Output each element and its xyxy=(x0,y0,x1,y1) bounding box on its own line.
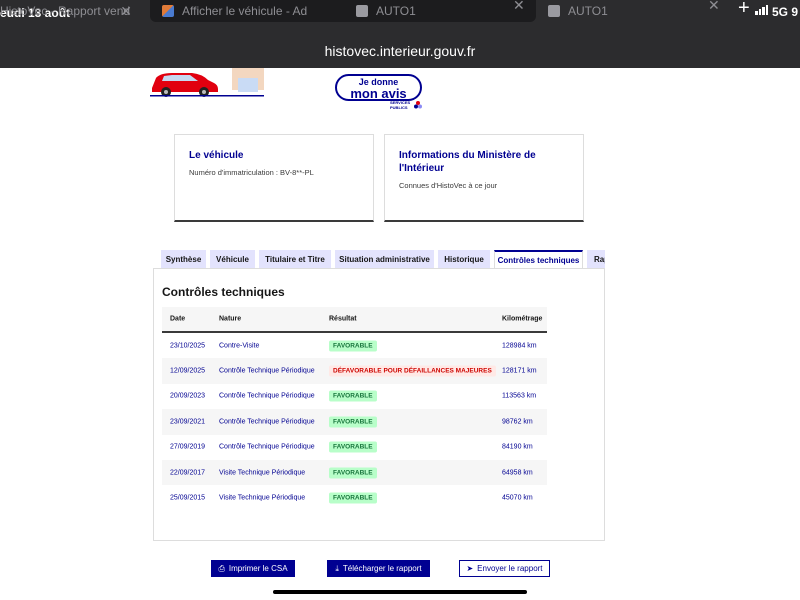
print-csa-button[interactable]: ⎙ Imprimer le CSA xyxy=(211,560,295,577)
tab-synthese[interactable]: Synthèse xyxy=(161,250,206,268)
site-favicon-icon xyxy=(162,5,174,17)
status-badge: FAVORABLE xyxy=(329,340,377,352)
tab-rapport[interactable]: Rap xyxy=(587,250,605,268)
row-date: 27/09/2019 xyxy=(170,443,206,451)
row-km: 64958 km xyxy=(502,469,533,477)
header-date: Date xyxy=(170,315,186,323)
table-row: 27/09/2019 Contrôle Technique Périodique… xyxy=(162,435,547,460)
services-publics-logo: SERVICES PUBLICS xyxy=(390,100,410,110)
table-row: 22/09/2017 Visite Technique Périodique F… xyxy=(162,459,547,486)
row-date: 12/09/2025 xyxy=(170,367,206,375)
vehicle-card-text: Numéro d'immatriculation : BV-8**-PL xyxy=(189,168,314,177)
header-result: Résultat xyxy=(329,315,357,323)
row-km: 84190 km xyxy=(502,443,533,451)
section-title: Contrôles techniques xyxy=(162,285,285,299)
address-bar-url[interactable]: histovec.interieur.gouv.fr xyxy=(0,43,800,59)
send-report-button[interactable]: ➤ Envoyer le rapport xyxy=(459,560,550,577)
tab-vehicule[interactable]: Véhicule xyxy=(210,250,255,268)
row-date: 23/09/2021 xyxy=(170,418,206,426)
table-row: 23/10/2025 Contre-Visite FAVORABLE 12898… xyxy=(162,333,547,358)
table-row: 25/09/2015 Visite Technique Périodique F… xyxy=(162,485,547,510)
status-badge: DÉFAVORABLE POUR DÉFAILLANCES MAJEURES xyxy=(329,365,496,377)
row-nature: Contrôle Technique Périodique xyxy=(219,418,315,426)
site-favicon-icon xyxy=(356,5,368,17)
ministry-card-title: Informations du Ministère de l'Intérieur xyxy=(399,150,536,174)
printer-icon: ⎙ xyxy=(218,563,225,573)
table-row: 20/09/2023 Contrôle Technique Périodique… xyxy=(162,384,547,409)
browser-tab-auto1-2[interactable]: AUTO1 xyxy=(538,0,726,22)
result-cell: FAVORABLE xyxy=(329,441,377,453)
browser-tab-title: Afficher le véhicule - Ad xyxy=(182,4,308,18)
controles-table: Date Nature Résultat Kilométrage 23/10/2… xyxy=(162,307,547,511)
tab-titulaire[interactable]: Titulaire et Titre xyxy=(259,250,331,268)
give-opinion-button[interactable]: Je donne mon avis xyxy=(335,74,422,101)
network-status: 5G 9 xyxy=(772,5,799,19)
result-cell: FAVORABLE xyxy=(329,340,377,352)
row-nature: Contrôle Technique Périodique xyxy=(219,367,315,375)
home-indicator[interactable] xyxy=(273,590,527,594)
result-cell: FAVORABLE xyxy=(329,492,377,504)
row-date: 25/09/2015 xyxy=(170,494,206,502)
status-badge: FAVORABLE xyxy=(329,390,377,402)
signal-icon xyxy=(755,5,768,15)
table-header: Date Nature Résultat Kilométrage xyxy=(162,307,547,333)
send-icon: ➤ xyxy=(466,564,474,573)
tab-controles-techniques[interactable]: Contrôles techniques xyxy=(494,250,583,268)
opinion-line2: mon avis xyxy=(350,86,407,101)
browser-chrome: eudi 13 août HistoVec - Rapport vend ✕ A… xyxy=(0,0,800,68)
row-km: 128984 km xyxy=(502,342,537,350)
row-km: 113563 km xyxy=(502,392,537,400)
services-publics-icon xyxy=(414,101,422,109)
header-nature: Nature xyxy=(219,315,242,323)
row-date: 20/09/2023 xyxy=(170,392,206,400)
header-illustration xyxy=(150,68,274,98)
row-nature: Contrôle Technique Périodique xyxy=(219,392,315,400)
print-label: Imprimer le CSA xyxy=(228,564,288,573)
browser-tab-auto1[interactable]: AUTO1 xyxy=(344,0,534,22)
row-nature: Visite Technique Périodique xyxy=(219,469,306,477)
row-km: 98762 km xyxy=(502,418,533,426)
plus-icon[interactable]: + xyxy=(738,0,750,20)
tab-situation-administrative[interactable]: Situation administrative xyxy=(335,250,434,268)
row-date: 22/09/2017 xyxy=(170,469,206,477)
row-nature: Contrôle Technique Périodique xyxy=(219,443,315,451)
result-cell: FAVORABLE xyxy=(329,390,377,402)
row-nature: Visite Technique Périodique xyxy=(219,494,306,502)
result-cell: DÉFAVORABLE POUR DÉFAILLANCES MAJEURES xyxy=(329,365,496,377)
status-badge: FAVORABLE xyxy=(329,441,377,453)
send-label: Envoyer le rapport xyxy=(477,564,543,573)
status-badge: FAVORABLE xyxy=(329,416,377,428)
status-badge: FAVORABLE xyxy=(329,492,377,504)
result-cell: FAVORABLE xyxy=(329,467,377,479)
browser-tab-title: HistoVec - Rapport vend xyxy=(0,4,131,18)
vehicle-card-title: Le véhicule xyxy=(189,150,244,161)
services-line2: PUBLICS xyxy=(390,104,408,110)
row-km: 45070 km xyxy=(502,494,533,502)
download-icon: ⤓ xyxy=(335,563,339,573)
browser-tab-histovec[interactable]: HistoVec - Rapport vend ✕ xyxy=(0,0,142,22)
table-row: 12/09/2025 Contrôle Technique Périodique… xyxy=(162,358,547,384)
row-km: 128171 km xyxy=(502,367,537,375)
report-tabs: Synthèse Véhicule Titulaire et Titre Sit… xyxy=(160,250,605,268)
download-report-button[interactable]: ⤓ Télécharger le rapport xyxy=(327,560,430,577)
close-icon[interactable]: ✕ xyxy=(120,3,132,20)
ministry-card: Informations du Ministère de l'Intérieur… xyxy=(384,134,584,222)
header-km: Kilométrage xyxy=(502,315,543,323)
browser-tab-title: AUTO1 xyxy=(376,4,416,18)
row-nature: Contre-Visite xyxy=(219,342,260,350)
site-favicon-icon xyxy=(548,5,560,17)
download-label: Télécharger le rapport xyxy=(342,564,422,573)
table-row: 23/09/2021 Contrôle Technique Périodique… xyxy=(162,409,547,435)
status-badge: FAVORABLE xyxy=(329,467,377,479)
browser-tab-title: AUTO1 xyxy=(568,4,608,18)
row-date: 23/10/2025 xyxy=(170,342,206,350)
vehicle-card: Le véhicule Numéro d'immatriculation : B… xyxy=(174,134,374,222)
ministry-card-text: Connues d'HistoVec à ce jour xyxy=(399,181,498,190)
tab-historique[interactable]: Historique xyxy=(438,250,490,268)
result-cell: FAVORABLE xyxy=(329,416,377,428)
